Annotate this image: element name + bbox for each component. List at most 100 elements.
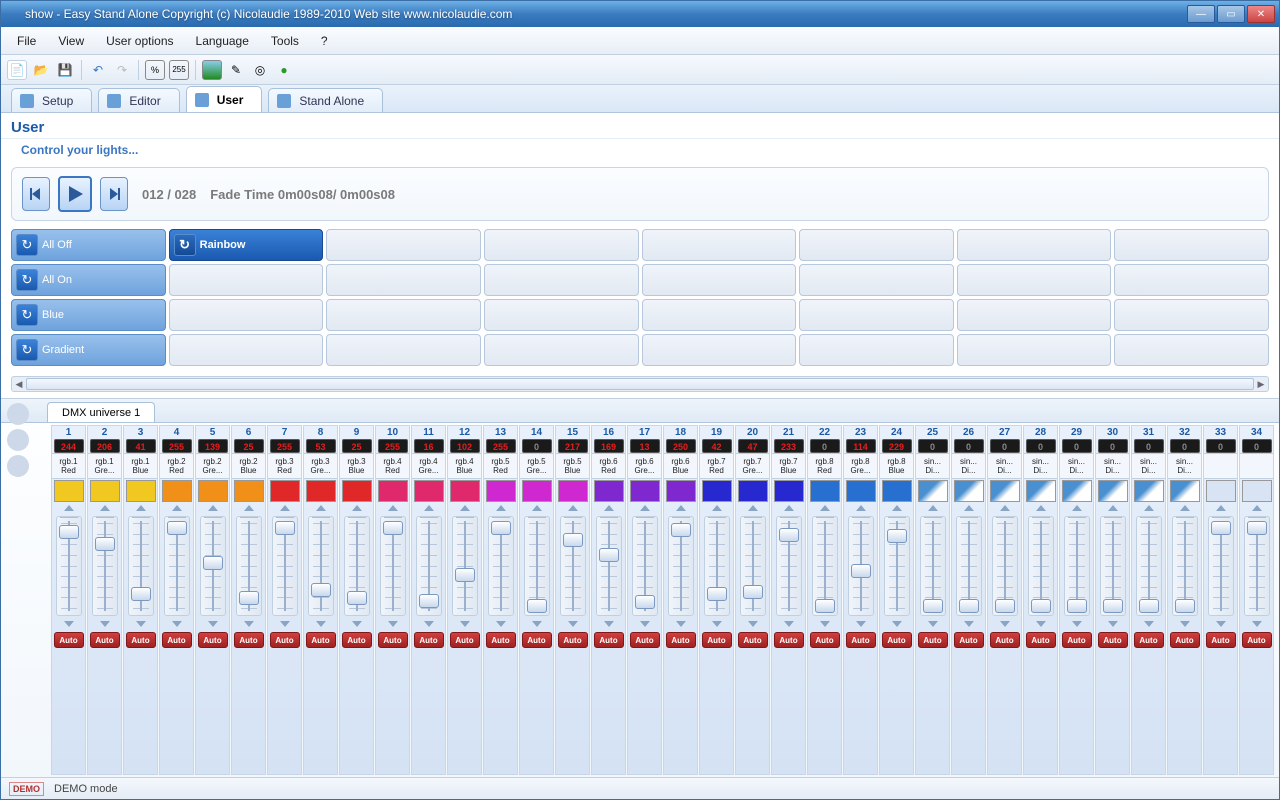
auto-button[interactable]: Auto bbox=[270, 632, 300, 648]
fader-knob[interactable] bbox=[707, 587, 727, 601]
fader-knob[interactable] bbox=[455, 568, 475, 582]
color-swatch[interactable] bbox=[810, 480, 840, 502]
color-swatch[interactable] bbox=[1026, 480, 1056, 502]
value-down-icon[interactable] bbox=[928, 621, 938, 627]
color-swatch[interactable] bbox=[882, 480, 912, 502]
scene-empty[interactable] bbox=[169, 334, 324, 366]
value-down-icon[interactable] bbox=[208, 621, 218, 627]
fader-knob[interactable] bbox=[347, 591, 367, 605]
color-swatch[interactable] bbox=[738, 480, 768, 502]
auto-button[interactable]: Auto bbox=[882, 632, 912, 648]
color-swatch[interactable] bbox=[450, 480, 480, 502]
value-up-icon[interactable] bbox=[316, 505, 326, 511]
value-up-icon[interactable] bbox=[1072, 505, 1082, 511]
value-up-icon[interactable] bbox=[964, 505, 974, 511]
picture-icon[interactable] bbox=[202, 60, 222, 80]
fader[interactable] bbox=[632, 516, 658, 616]
scene-empty[interactable] bbox=[957, 299, 1112, 331]
scene-rainbow[interactable]: ↻Rainbow bbox=[169, 229, 324, 261]
color-swatch[interactable] bbox=[1062, 480, 1092, 502]
fader[interactable] bbox=[524, 516, 550, 616]
value-up-icon[interactable] bbox=[1252, 505, 1262, 511]
scene-empty[interactable] bbox=[1114, 299, 1269, 331]
color-swatch[interactable] bbox=[702, 480, 732, 502]
value-up-icon[interactable] bbox=[568, 505, 578, 511]
fader-knob[interactable] bbox=[743, 585, 763, 599]
value-down-icon[interactable] bbox=[604, 621, 614, 627]
scene-empty[interactable] bbox=[326, 334, 481, 366]
color-swatch[interactable] bbox=[594, 480, 624, 502]
value-down-icon[interactable] bbox=[424, 621, 434, 627]
fader-knob[interactable] bbox=[995, 599, 1015, 613]
save-icon[interactable]: 💾 bbox=[55, 60, 75, 80]
auto-button[interactable]: Auto bbox=[126, 632, 156, 648]
value-up-icon[interactable] bbox=[280, 505, 290, 511]
scene-empty[interactable] bbox=[1114, 334, 1269, 366]
auto-button[interactable]: Auto bbox=[306, 632, 336, 648]
scene-blue[interactable]: ↻Blue bbox=[11, 299, 166, 331]
fader-knob[interactable] bbox=[131, 587, 151, 601]
value-up-icon[interactable] bbox=[64, 505, 74, 511]
color-swatch[interactable] bbox=[1170, 480, 1200, 502]
menu-language[interactable]: Language bbox=[186, 30, 259, 52]
scene-empty[interactable] bbox=[642, 229, 797, 261]
value-up-icon[interactable] bbox=[640, 505, 650, 511]
scene-empty[interactable] bbox=[799, 264, 954, 296]
value-down-icon[interactable] bbox=[856, 621, 866, 627]
value-down-icon[interactable] bbox=[1252, 621, 1262, 627]
auto-button[interactable]: Auto bbox=[918, 632, 948, 648]
prev-button[interactable] bbox=[22, 177, 50, 211]
auto-button[interactable]: Auto bbox=[594, 632, 624, 648]
color-swatch[interactable] bbox=[522, 480, 552, 502]
value-down-icon[interactable] bbox=[1000, 621, 1010, 627]
fader[interactable] bbox=[92, 516, 118, 616]
scene-empty[interactable] bbox=[642, 264, 797, 296]
value-up-icon[interactable] bbox=[784, 505, 794, 511]
value-down-icon[interactable] bbox=[820, 621, 830, 627]
check-icon[interactable]: ● bbox=[274, 60, 294, 80]
auto-button[interactable]: Auto bbox=[738, 632, 768, 648]
value-up-icon[interactable] bbox=[1036, 505, 1046, 511]
new-icon[interactable]: 📄 bbox=[7, 60, 27, 80]
color-swatch[interactable] bbox=[1134, 480, 1164, 502]
value-up-icon[interactable] bbox=[712, 505, 722, 511]
auto-button[interactable]: Auto bbox=[846, 632, 876, 648]
scene-empty[interactable] bbox=[484, 229, 639, 261]
value-up-icon[interactable] bbox=[244, 505, 254, 511]
fader[interactable] bbox=[560, 516, 586, 616]
value-down-icon[interactable] bbox=[532, 621, 542, 627]
value-up-icon[interactable] bbox=[136, 505, 146, 511]
fader-knob[interactable] bbox=[1211, 521, 1231, 535]
auto-button[interactable]: Auto bbox=[378, 632, 408, 648]
auto-button[interactable]: Auto bbox=[450, 632, 480, 648]
value-down-icon[interactable] bbox=[280, 621, 290, 627]
fader[interactable] bbox=[992, 516, 1018, 616]
color-swatch[interactable] bbox=[270, 480, 300, 502]
scene-empty[interactable] bbox=[484, 299, 639, 331]
value-up-icon[interactable] bbox=[532, 505, 542, 511]
fader-knob[interactable] bbox=[671, 523, 691, 537]
undo-icon[interactable]: ↶ bbox=[88, 60, 108, 80]
auto-button[interactable]: Auto bbox=[90, 632, 120, 648]
value-up-icon[interactable] bbox=[820, 505, 830, 511]
fader-knob[interactable] bbox=[1139, 599, 1159, 613]
color-swatch[interactable] bbox=[54, 480, 84, 502]
value-up-icon[interactable] bbox=[1108, 505, 1118, 511]
value-down-icon[interactable] bbox=[784, 621, 794, 627]
target-icon[interactable]: ◎ bbox=[250, 60, 270, 80]
color-swatch[interactable] bbox=[846, 480, 876, 502]
color-swatch[interactable] bbox=[378, 480, 408, 502]
auto-button[interactable]: Auto bbox=[486, 632, 516, 648]
fader-knob[interactable] bbox=[527, 599, 547, 613]
fader-knob[interactable] bbox=[959, 599, 979, 613]
value-up-icon[interactable] bbox=[460, 505, 470, 511]
fader-knob[interactable] bbox=[1103, 599, 1123, 613]
value-up-icon[interactable] bbox=[892, 505, 902, 511]
auto-button[interactable]: Auto bbox=[54, 632, 84, 648]
fader[interactable] bbox=[272, 516, 298, 616]
value-down-icon[interactable] bbox=[676, 621, 686, 627]
fader[interactable] bbox=[200, 516, 226, 616]
fader-knob[interactable] bbox=[815, 599, 835, 613]
color-swatch[interactable] bbox=[666, 480, 696, 502]
fader[interactable] bbox=[1208, 516, 1234, 616]
